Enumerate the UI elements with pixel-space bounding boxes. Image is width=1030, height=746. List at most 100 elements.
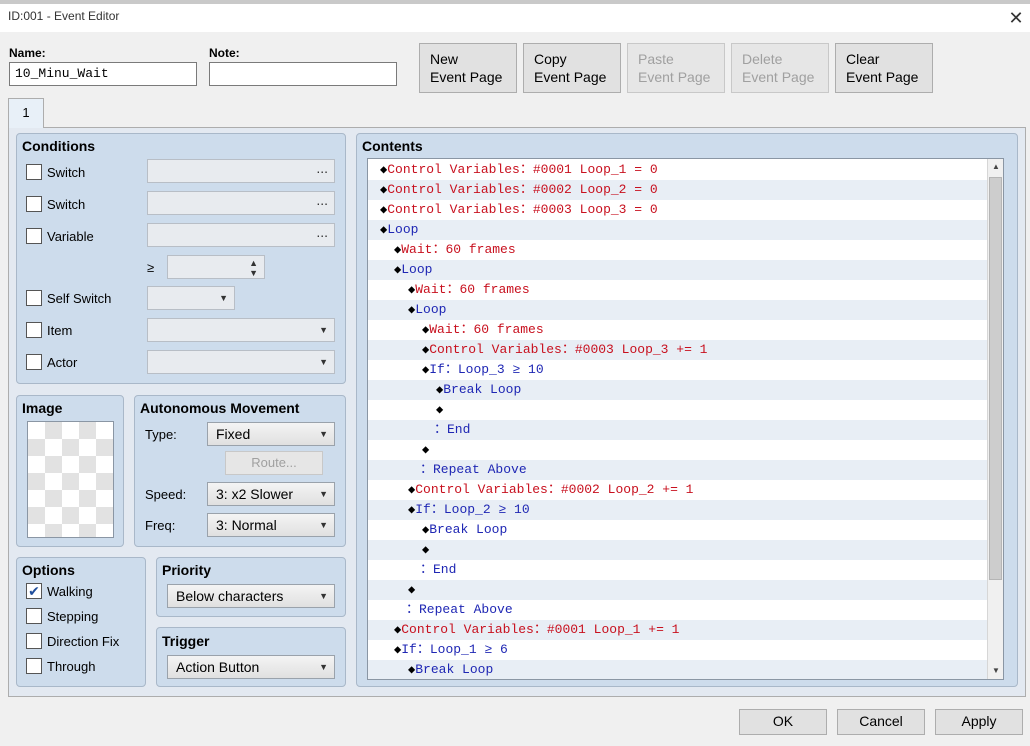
switch1-selector[interactable]: ...	[147, 159, 335, 183]
window-title: ID:001 - Event Editor	[8, 9, 120, 23]
through-checkbox[interactable]	[26, 658, 42, 674]
command-text: Loop	[415, 302, 447, 317]
variable-label: Variable	[47, 229, 94, 244]
priority-dropdown[interactable]: Below characters ▼	[167, 584, 335, 608]
self-switch-label: Self Switch	[47, 291, 112, 306]
command-row[interactable]: ◆Break Loop	[368, 520, 988, 540]
command-row[interactable]: ◆Control Variables：#0002 Loop_2 = 0	[368, 180, 988, 200]
priority-title: Priority	[162, 562, 212, 578]
delete-event-page-button[interactable]: Delete Event Page	[731, 43, 829, 93]
command-row[interactable]: ◆Break Loop	[368, 380, 988, 400]
walking-checkbox[interactable]: ✔	[26, 583, 42, 599]
command-list[interactable]: ◆Control Variables：#0001 Loop_1 = 0 ◆Cont…	[367, 158, 1004, 680]
actor-checkbox[interactable]	[26, 354, 42, 370]
command-row[interactable]: ：End	[368, 420, 988, 440]
switch2-checkbox[interactable]	[26, 196, 42, 212]
direction-fix-label: Direction Fix	[47, 634, 120, 649]
paste-event-page-button[interactable]: Paste Event Page	[627, 43, 725, 93]
command-row[interactable]: ◆Control Variables：#0001 Loop_1 += 1	[368, 620, 988, 640]
trigger-title: Trigger	[162, 633, 210, 649]
item-checkbox[interactable]	[26, 322, 42, 338]
switch2-selector[interactable]: ...	[147, 191, 335, 215]
walking-label: Walking	[47, 584, 93, 599]
note-input[interactable]	[209, 62, 397, 86]
command-row[interactable]: ◆Break Loop	[368, 660, 988, 679]
command-text: Loop	[401, 262, 433, 277]
command-row[interactable]: ◆	[368, 440, 988, 460]
self-switch-dropdown[interactable]: ▼	[147, 286, 235, 310]
command-row[interactable]: ◆	[368, 580, 988, 600]
tab-page-1[interactable]: 1	[8, 98, 44, 128]
actor-dropdown[interactable]: ▼	[147, 350, 335, 374]
variable-selector[interactable]: ...	[147, 223, 335, 247]
command-text: Loop	[387, 222, 419, 237]
scroll-down-icon[interactable]: ▼	[988, 663, 1004, 679]
switch1-label: Switch	[47, 165, 86, 180]
name-input[interactable]: 10_Minu_Wait	[9, 62, 197, 86]
command-row[interactable]: ◆Control Variables：#0003 Loop_3 += 1	[368, 340, 988, 360]
title-bar	[0, 4, 1030, 32]
command-list-scrollbar[interactable]: ▲ ▼	[987, 159, 1003, 679]
variable-value-spinner[interactable]: ▲ ▼	[167, 255, 265, 279]
command-row[interactable]: ◆Wait：60 frames	[368, 320, 988, 340]
command-row[interactable]: ◆Control Variables：#0001 Loop_1 = 0	[368, 160, 988, 180]
command-text: Wait：60 frames	[401, 242, 516, 257]
cancel-button[interactable]: Cancel	[837, 709, 925, 735]
scroll-up-icon[interactable]: ▲	[988, 159, 1004, 175]
command-row[interactable]: ◆Loop	[368, 300, 988, 320]
diamond-icon: ◆	[422, 443, 430, 457]
command-text: If：Loop_1 ≥ 6	[401, 642, 508, 657]
command-text: If：Loop_3 ≥ 10	[429, 362, 544, 377]
new-event-page-line1: New	[430, 51, 459, 67]
command-text: Break Loop	[443, 382, 522, 397]
self-switch-checkbox[interactable]	[26, 290, 42, 306]
image-title: Image	[22, 400, 63, 416]
variable-checkbox[interactable]	[26, 228, 42, 244]
movement-speed-dropdown[interactable]: 3: x2 Slower ▼	[207, 482, 335, 506]
command-row[interactable]: ◆If：Loop_1 ≥ 6	[368, 640, 988, 660]
apply-button[interactable]: Apply	[935, 709, 1023, 735]
command-text: Break Loop	[415, 662, 494, 677]
item-label: Item	[47, 323, 73, 338]
paste-event-page-line1: Paste	[638, 51, 674, 67]
command-row[interactable]: ：Repeat Above	[368, 600, 988, 620]
command-row[interactable]: ◆Loop	[368, 220, 988, 240]
priority-value: Below characters	[176, 588, 284, 604]
switch1-checkbox[interactable]	[26, 164, 42, 180]
command-text: Wait：60 frames	[415, 282, 530, 297]
chevron-down-icon: ▼	[319, 325, 328, 335]
command-row[interactable]: ◆Wait：60 frames	[368, 280, 988, 300]
spin-arrows-icon[interactable]: ▲ ▼	[249, 258, 258, 278]
command-row[interactable]: ：Repeat Above	[368, 460, 988, 480]
command-row[interactable]: ◆Loop	[368, 260, 988, 280]
command-text: ：End	[434, 422, 471, 437]
movement-type-dropdown[interactable]: Fixed ▼	[207, 422, 335, 446]
diamond-icon: ◆	[436, 403, 444, 417]
command-row[interactable]: ◆If：Loop_3 ≥ 10	[368, 360, 988, 380]
command-row[interactable]: ◆Wait：60 frames	[368, 240, 988, 260]
direction-fix-checkbox[interactable]	[26, 633, 42, 649]
image-preview[interactable]	[27, 421, 114, 538]
command-row[interactable]: ◆	[368, 400, 988, 420]
close-icon[interactable]: ✕	[1006, 8, 1026, 28]
ok-button[interactable]: OK	[739, 709, 827, 735]
scroll-thumb[interactable]	[989, 177, 1002, 580]
command-row[interactable]: ：End	[368, 560, 988, 580]
command-row[interactable]: ◆Control Variables：#0002 Loop_2 += 1	[368, 480, 988, 500]
command-row[interactable]: ◆Control Variables：#0003 Loop_3 = 0	[368, 200, 988, 220]
stepping-checkbox[interactable]	[26, 608, 42, 624]
copy-event-page-button[interactable]: Copy Event Page	[523, 43, 621, 93]
actor-label: Actor	[47, 355, 78, 370]
new-event-page-button[interactable]: New Event Page	[419, 43, 517, 93]
command-row[interactable]: ◆	[368, 540, 988, 560]
trigger-dropdown[interactable]: Action Button ▼	[167, 655, 335, 679]
clear-event-page-button[interactable]: Clear Event Page	[835, 43, 933, 93]
item-dropdown[interactable]: ▼	[147, 318, 335, 342]
chevron-down-icon: ▼	[319, 662, 328, 672]
gte-symbol: ≥	[147, 260, 155, 275]
delete-event-page-line2: Event Page	[742, 69, 815, 85]
command-text: Control Variables：#0002 Loop_2 = 0	[387, 182, 658, 197]
route-button[interactable]: Route...	[225, 451, 323, 475]
movement-freq-dropdown[interactable]: 3: Normal ▼	[207, 513, 335, 537]
command-row[interactable]: ◆If：Loop_2 ≥ 10	[368, 500, 988, 520]
